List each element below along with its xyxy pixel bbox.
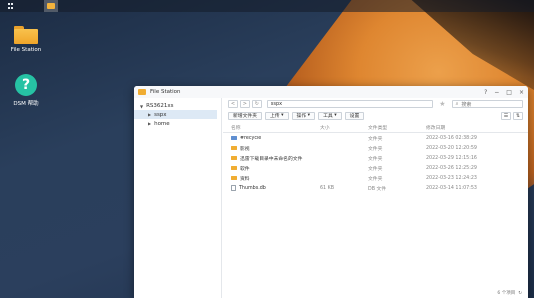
file-modified: 2022-03-26 12:25:29 [426,165,477,171]
caret-down-icon: ▼ [140,103,144,109]
folder-icon [138,89,146,95]
settings-button[interactable]: 设置 [344,111,365,120]
file-name: 迅雷下载目录中未命名的文件 [240,156,303,162]
desktop-icon-label: File Station [10,47,42,53]
column-header-size[interactable]: 大小 [320,124,368,131]
file-station-window: File Station ? − □ × ▼ RS3621xs ▶ sspx ▶… [134,86,528,298]
column-header-modified[interactable]: 修改日期 [426,124,516,131]
forward-button[interactable]: > [239,100,250,108]
folder-icon [231,175,237,181]
tree-item-home[interactable]: ▶ home [134,119,221,128]
sort-icon[interactable]: ⇅ [513,111,523,120]
tree-item-label: home [154,120,170,127]
file-modified: 2022-03-20 12:20:59 [426,145,477,151]
navigation-bar: < > ↻ sspx ★ ⌕ 搜索 [223,98,528,110]
window-title: File Station [150,89,181,95]
path-field[interactable]: sspx [266,100,434,108]
table-row[interactable]: 迅雷下载目录中未命名的文件 文件夹 2022-03-29 12:15:16 [223,153,528,163]
window-titlebar[interactable]: File Station ? − □ × [134,86,528,98]
create-folder-button[interactable]: 新增文件夹 [228,111,262,120]
desktop-icon-dsm-help[interactable]: ? DSM 帮助 [8,74,44,107]
folder-icon [231,165,237,171]
folder-tree: ▼ RS3621xs ▶ sspx ▶ home [134,98,222,298]
file-modified: 2022-03-29 12:15:16 [426,155,477,161]
file-name: #recycle [240,135,262,141]
file-name: 资料 [240,176,250,182]
status-bar: 6 个项目 ↻ [497,290,522,297]
folder-icon [231,145,237,151]
search-placeholder: 搜索 [461,101,472,108]
help-icon: ? [15,74,37,96]
file-type: 文件夹 [368,156,383,162]
caret-right-icon: ▶ [148,121,152,126]
back-button[interactable]: < [228,100,238,108]
file-icon [231,185,236,191]
file-type: 文件夹 [368,136,383,142]
search-icon: ⌕ [455,101,459,107]
folder-icon [14,26,38,44]
tree-root-label: RS3621xs [146,103,174,109]
column-header-name[interactable]: 名称 [223,124,320,131]
file-modified: 2022-03-16 02:38:29 [426,135,477,141]
table-row[interactable]: 软件 文件夹 2022-03-26 12:25:29 [223,163,528,173]
file-browser: < > ↻ sspx ★ ⌕ 搜索 新增文件夹 上传 ▾ 操作 ▾ 工具 ▾ 设… [223,98,528,298]
file-type: 文件夹 [368,146,383,152]
upload-label: 上传 [270,114,280,119]
table-row[interactable]: 资料 文件夹 2022-03-23 12:24:23 [223,173,528,183]
desktop-icon-label: DSM 帮助 [13,101,39,107]
file-type: 文件夹 [368,166,383,172]
file-name: Thumbs.db [239,185,266,191]
tools-label: 工具 [323,114,333,119]
file-type: DB 文件 [368,186,387,192]
help-button[interactable]: ? [484,89,487,96]
file-modified: 2022-03-23 12:24:23 [426,175,477,181]
main-menu-button[interactable] [4,0,18,12]
file-name: 影视 [240,146,250,152]
file-type: 文件夹 [368,176,383,182]
table-row[interactable]: Thumbs.db 61 KB DB 文件 2022-03-14 11:07:5… [223,183,528,193]
taskbar-file-station-button[interactable] [44,0,58,12]
search-input[interactable]: ⌕ 搜索 [451,100,523,108]
action-button[interactable]: 操作 ▾ [291,111,316,120]
folder-icon [47,3,55,9]
caret-right-icon: ▶ [148,112,152,117]
tree-item-sspx[interactable]: ▶ sspx [134,110,217,119]
upload-button[interactable]: 上传 ▾ [265,111,289,120]
tree-item-label: sspx [154,111,167,118]
tools-button[interactable]: 工具 ▾ [318,111,342,120]
column-header-type[interactable]: 文件类型 [368,124,426,131]
taskbar [0,0,534,12]
tree-root[interactable]: ▼ RS3621xs [134,102,221,110]
shared-folder-icon [231,135,237,141]
file-name: 软件 [240,166,250,172]
minimize-button[interactable]: − [494,89,499,96]
item-count: 6 个项目 [497,291,516,296]
list-view-icon[interactable]: ☰ [501,111,511,120]
table-header: 名称 大小 文件类型 修改日期 [223,123,528,133]
toolbar: 新增文件夹 上传 ▾ 操作 ▾ 工具 ▾ 设置 ☰ ⇅ [223,110,528,121]
file-modified: 2022-03-14 11:07:53 [426,185,477,191]
desktop-icon-file-station[interactable]: File Station [8,26,44,53]
refresh-icon[interactable]: ↻ [518,291,522,296]
grid-icon [8,3,14,9]
maximize-button[interactable]: □ [506,89,512,96]
favorite-star-icon[interactable]: ★ [439,100,445,108]
refresh-button[interactable]: ↻ [251,100,262,108]
folder-icon [231,155,237,161]
table-row[interactable]: #recycle 文件夹 2022-03-16 02:38:29 [223,133,528,143]
file-size: 61 KB [320,185,335,191]
action-label: 操作 [296,114,307,119]
close-button[interactable]: × [519,89,524,96]
table-row[interactable]: 影视 文件夹 2022-03-20 12:20:59 [223,143,528,153]
